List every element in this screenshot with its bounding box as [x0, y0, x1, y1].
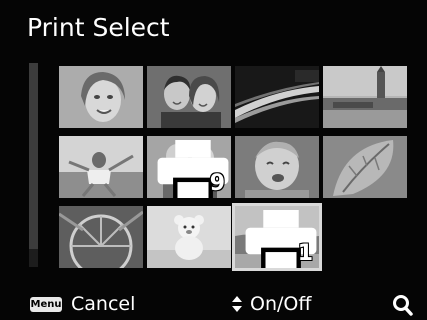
page-title: Print Select — [27, 13, 170, 42]
print-count: 1 — [297, 241, 313, 266]
scrollbar[interactable] — [29, 63, 38, 267]
print-count: 9 — [209, 171, 225, 196]
photo-couple-portrait — [147, 66, 231, 128]
thumbnail-woman-portrait[interactable] — [59, 66, 143, 128]
photo-woman-portrait — [59, 66, 143, 128]
zoom-icon[interactable] — [392, 293, 414, 317]
thumbnail-couple-portrait[interactable] — [147, 66, 231, 128]
photo-night-highway — [235, 66, 319, 128]
thumbnail-night-highway[interactable] — [235, 66, 319, 128]
photo-crying-child — [235, 136, 319, 198]
photo-teddy-bear — [147, 206, 231, 268]
thumbnail-children-playing[interactable] — [59, 136, 143, 198]
footer-bar: Menu Cancel On/Off — [0, 292, 427, 320]
thumbnail-ferris-wheel[interactable] — [59, 206, 143, 268]
menu-key-icon[interactable]: Menu — [30, 297, 62, 312]
photo-children-playing — [59, 136, 143, 198]
scrollbar-thumb[interactable] — [29, 63, 38, 249]
photo-big-ben-cityscape — [323, 66, 407, 128]
thumbnail-grid: 9 1 — [55, 66, 410, 271]
thumbnail-big-ben-cityscape[interactable] — [323, 66, 407, 128]
thumbnail-beach-landscape[interactable]: 1 — [232, 203, 322, 271]
photo-leaf-closeup — [323, 136, 407, 198]
photo-ferris-wheel — [59, 206, 143, 268]
thumbnail-teddy-bear[interactable] — [147, 206, 231, 268]
on-off-button[interactable]: On/Off — [250, 293, 311, 315]
up-down-arrow-icon — [232, 296, 242, 312]
cancel-button[interactable]: Cancel — [71, 293, 135, 315]
thumbnail-crying-child[interactable] — [235, 136, 319, 198]
thumbnail-twin-toddlers[interactable]: 9 — [147, 136, 231, 198]
thumbnail-leaf-closeup[interactable] — [323, 136, 407, 198]
